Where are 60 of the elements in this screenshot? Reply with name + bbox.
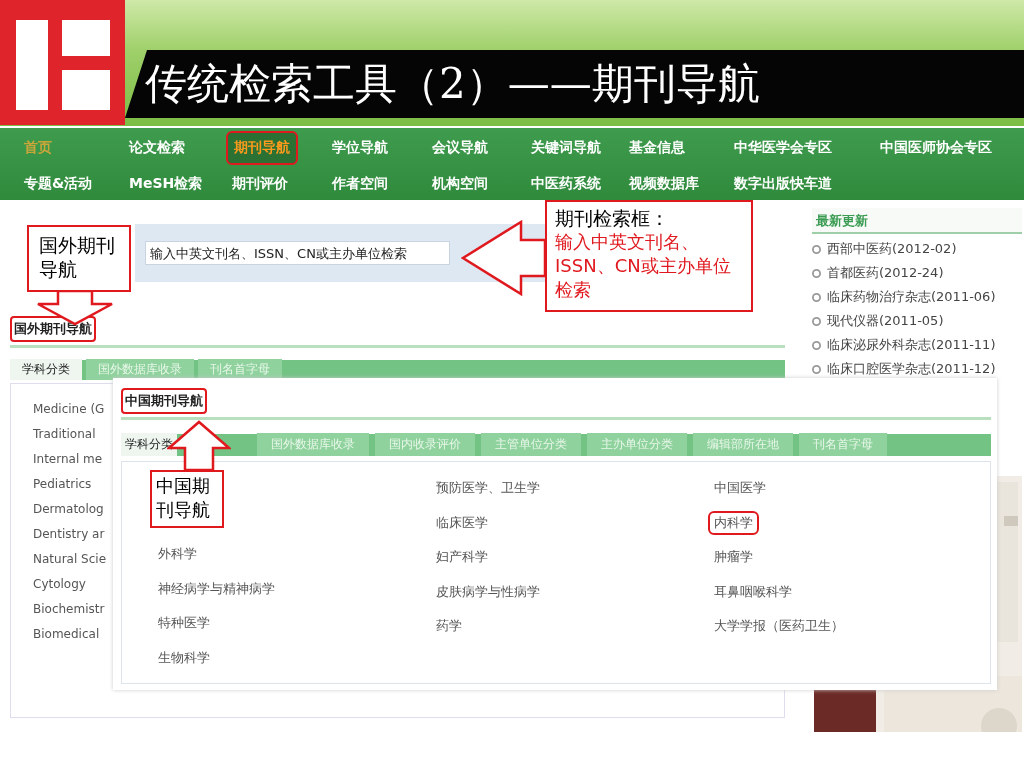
nav-link[interactable]: 会议导航 [426,135,494,161]
nav-link[interactable]: 数字出版快车道 [728,171,838,197]
category-link[interactable]: 中国医学 [708,476,772,501]
journal-link[interactable]: 临床口腔医学杂志(2011-12) [827,360,996,378]
nav-link[interactable]: 机构空间 [426,171,494,197]
category-link[interactable]: 耳鼻咽喉科学 [708,579,798,604]
sidebar-title: 最新更新 [816,213,868,228]
slide-title: 传统检索工具（2）——期刊导航 [145,58,760,110]
nav-link[interactable]: 基金信息 [623,135,691,161]
callout-title: 期刊检索框： [555,206,670,230]
subject-link[interactable]: Biomedical [33,627,100,641]
nav-link[interactable]: 作者空间 [326,171,394,197]
subject-link[interactable]: Internal me [33,452,103,466]
search-field[interactable]: 输入中英文刊名、ISSN、CN或主办单位检索 [145,241,450,265]
callout-label: 国外期刊导航 [27,225,131,292]
subject-link[interactable]: Natural Scie [33,552,106,566]
bullet-icon [812,268,821,278]
category-link[interactable]: 预防医学、卫生学 [430,476,546,501]
category-link[interactable]: 大学学报（医药卫生） [708,614,850,639]
category-link[interactable]: 药学 [430,614,468,639]
bullet-icon [812,340,821,350]
journal-link[interactable]: 首都医药(2012-24) [827,264,944,282]
category-link[interactable]: 皮肤病学与性病学 [430,579,546,604]
section-title: 中国期刊导航 [121,388,207,414]
bullet-icon [812,364,821,374]
bullet-icon [812,316,821,326]
nav-link[interactable]: 专题&活动 [18,171,99,197]
nav-link[interactable]: 期刊评价 [226,171,294,197]
nav-link[interactable]: MeSH检索 [123,171,209,197]
subject-link[interactable]: Pediatrics [33,477,92,491]
category-link[interactable]: 特种医学 [152,611,216,636]
nav-link[interactable]: 学位导航 [326,135,394,161]
subject-link[interactable]: Dentistry ar [33,527,105,541]
subject-link[interactable]: Dermatolog [33,502,104,516]
nav-link[interactable]: 论文检索 [123,135,191,161]
nav-link[interactable]: 中国医师协会专区 [874,135,998,161]
bullet-icon [812,244,821,254]
nav-link[interactable]: 视频数据库 [623,171,705,197]
subject-link[interactable]: Medicine (G [33,402,105,416]
subject-link[interactable]: Cytology [33,577,86,591]
journal-link[interactable]: 临床药物治疗杂志(2011-06) [827,288,996,306]
nav-link[interactable]: 中华医学会专区 [728,135,838,161]
tab[interactable]: 学科分类 [10,359,82,380]
category-link[interactable]: 临床医学 [430,510,494,535]
callout-label: 中国期刊导航 [150,470,224,528]
category-link[interactable]: 神经病学与精神病学 [152,576,281,601]
journal-link[interactable]: 临床泌尿外科杂志(2011-11) [827,336,996,354]
bullet-icon [812,292,821,302]
subject-link[interactable]: Traditional [33,427,96,441]
category-link[interactable]: 生物科学 [152,645,216,670]
nav-link[interactable]: 关键词导航 [525,135,607,161]
journal-link[interactable]: 现代仪器(2011-05) [827,312,944,330]
subject-link[interactable]: Biochemistr [33,602,105,616]
category-link[interactable]: 肿瘤学 [708,545,759,570]
category-link[interactable]: 外科学 [152,542,203,567]
category-link[interactable]: 妇产科学 [430,545,494,570]
callout-text: 输入中英文刊名、ISSN、CN或主办单位检索 [555,230,732,302]
journal-link[interactable]: 西部中医药(2012-02) [827,240,957,258]
nav-link[interactable]: 中医药系统 [525,171,607,197]
category-link[interactable]: 内科学 [708,510,759,535]
